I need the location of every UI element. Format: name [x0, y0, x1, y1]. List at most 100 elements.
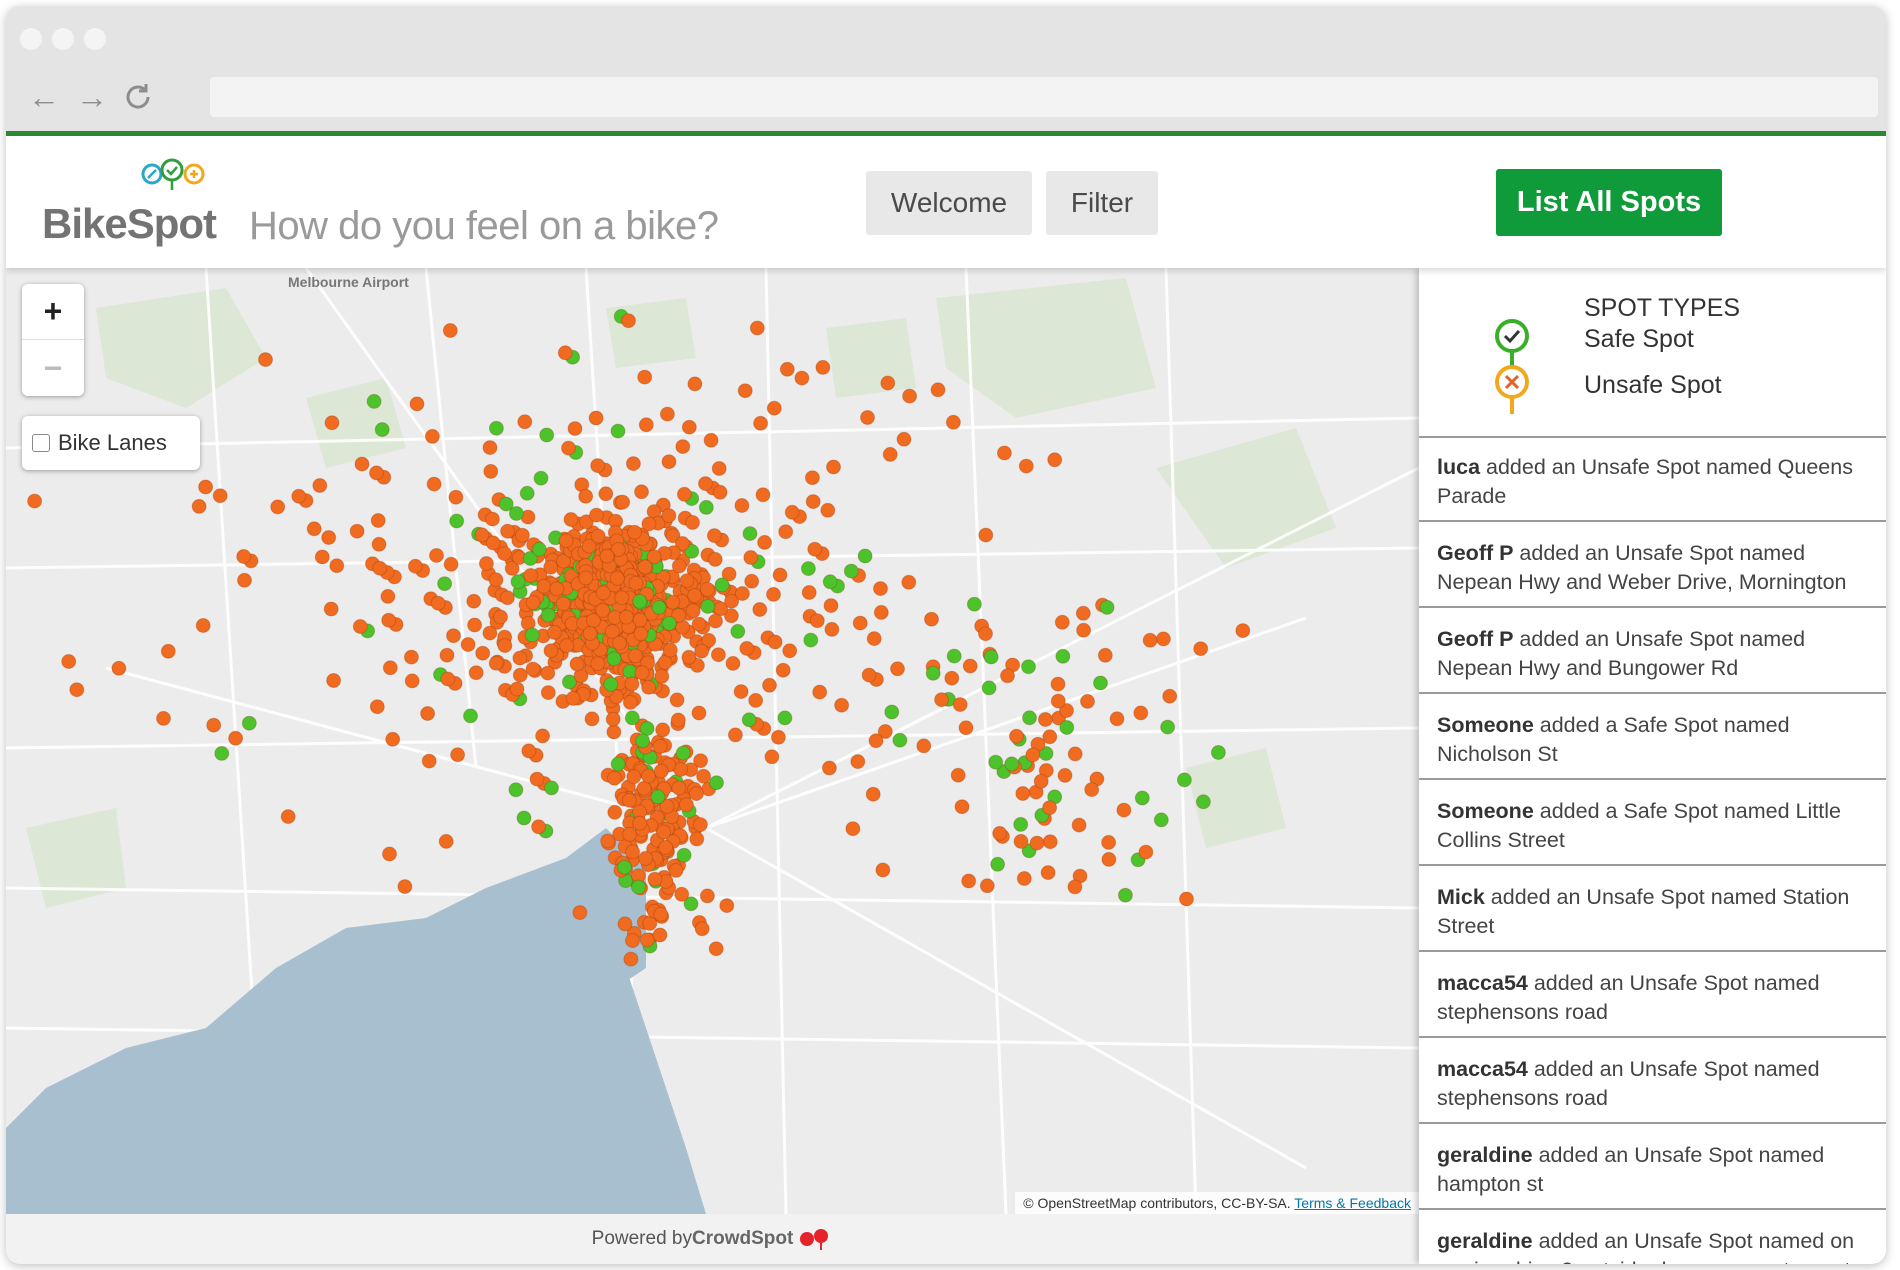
map-spot-marker[interactable] — [710, 647, 726, 663]
map-spot-marker[interactable] — [241, 715, 257, 731]
map-spot-marker[interactable] — [306, 521, 322, 537]
map-spot-marker[interactable] — [590, 528, 606, 544]
map-spot-marker[interactable] — [824, 621, 840, 637]
map-spot-marker[interactable] — [1075, 605, 1091, 621]
bike-lanes-toggle[interactable]: Bike Lanes — [22, 416, 200, 470]
map-spot-marker[interactable] — [228, 730, 244, 746]
map-spot-marker[interactable] — [1021, 659, 1036, 675]
map-spot-marker[interactable] — [675, 439, 691, 455]
map-spot-marker[interactable] — [606, 651, 622, 667]
map-spot-marker[interactable] — [992, 825, 1008, 841]
map-spot-marker[interactable] — [699, 581, 715, 597]
map-spot-marker[interactable] — [370, 513, 386, 528]
map-spot-marker[interactable] — [439, 647, 455, 663]
map-spot-marker[interactable] — [711, 461, 727, 476]
map-spot-marker[interactable] — [617, 916, 633, 932]
map-spot-marker[interactable] — [794, 370, 810, 386]
map-spot-marker[interactable] — [1099, 599, 1115, 615]
map-spot-marker[interactable] — [482, 625, 498, 641]
map-spot-marker[interactable] — [1076, 622, 1092, 638]
map-spot-marker[interactable] — [945, 414, 961, 430]
map-spot-marker[interactable] — [661, 615, 677, 631]
map-spot-marker[interactable] — [549, 581, 565, 597]
map-spot-marker[interactable] — [614, 590, 630, 606]
map-spot-marker[interactable] — [590, 458, 606, 474]
map-spot-marker[interactable] — [679, 573, 695, 589]
map-spot-marker[interactable] — [622, 694, 638, 710]
map-spot-marker[interactable] — [426, 476, 442, 492]
map-spot-marker[interactable] — [488, 572, 504, 588]
map-spot-marker[interactable] — [584, 711, 600, 727]
map-spot-marker[interactable] — [497, 546, 512, 562]
map-spot-marker[interactable] — [766, 400, 782, 416]
map-spot-marker[interactable] — [369, 465, 384, 481]
map-spot-marker[interactable] — [563, 512, 579, 527]
map-spot-marker[interactable] — [1179, 891, 1194, 907]
map-spot-marker[interactable] — [805, 494, 821, 510]
map-spot-marker[interactable] — [804, 470, 820, 486]
map-spot-marker[interactable] — [930, 382, 946, 398]
map-spot-marker[interactable] — [523, 568, 539, 583]
map-spot-marker[interactable] — [652, 738, 668, 754]
map-spot-marker[interactable] — [653, 906, 669, 922]
map-spot-marker[interactable] — [624, 710, 640, 726]
map-spot-marker[interactable] — [237, 572, 252, 588]
map-spot-marker[interactable] — [764, 749, 780, 765]
map-spot-marker[interactable] — [61, 654, 77, 669]
map-spot-marker[interactable] — [535, 728, 551, 744]
map-spot-marker[interactable] — [483, 463, 499, 479]
map-spot-marker[interactable] — [737, 383, 753, 399]
map-spot-marker[interactable] — [873, 604, 889, 620]
map-spot-marker[interactable] — [484, 511, 500, 527]
map-spot-marker[interactable] — [656, 824, 672, 840]
map-spot-marker[interactable] — [865, 786, 881, 802]
map-spot-marker[interactable] — [714, 577, 730, 593]
map-spot-marker[interactable] — [1160, 719, 1176, 735]
map-spot-marker[interactable] — [600, 833, 616, 849]
map-spot-marker[interactable] — [699, 888, 715, 904]
map-spot-marker[interactable] — [661, 508, 677, 524]
map-spot-marker[interactable] — [474, 527, 490, 543]
map-spot-marker[interactable] — [429, 548, 444, 563]
map-spot-marker[interactable] — [725, 655, 741, 671]
map-spot-marker[interactable] — [1138, 844, 1154, 860]
map-spot-marker[interactable] — [598, 486, 614, 502]
map-spot-marker[interactable] — [707, 551, 723, 567]
map-spot-marker[interactable] — [349, 523, 365, 539]
map-spot-marker[interactable] — [1080, 693, 1095, 709]
zoom-out-button[interactable]: − — [22, 340, 84, 396]
map-spot-marker[interactable] — [1134, 790, 1150, 806]
map-spot-marker[interactable] — [1097, 647, 1113, 663]
map-spot-marker[interactable] — [312, 478, 328, 493]
map-spot-marker[interactable] — [421, 753, 437, 769]
map-spot-marker[interactable] — [770, 729, 786, 745]
map-spot-marker[interactable] — [681, 649, 697, 665]
map-spot-marker[interactable] — [1050, 676, 1066, 692]
map-spot-marker[interactable] — [744, 573, 760, 589]
address-bar[interactable] — [210, 77, 1878, 117]
map-spot-marker[interactable] — [685, 515, 700, 530]
map-spot-marker[interactable] — [1153, 812, 1169, 828]
map-spot-marker[interactable] — [510, 574, 526, 590]
map-spot-marker[interactable] — [752, 602, 768, 617]
map-spot-marker[interactable] — [525, 595, 541, 611]
map-spot-marker[interactable] — [578, 488, 594, 504]
map-spot-marker[interactable] — [565, 690, 581, 706]
map-spot-marker[interactable] — [111, 660, 127, 676]
map-spot-marker[interactable] — [508, 506, 524, 521]
map-spot-marker[interactable] — [314, 549, 330, 565]
map-spot-marker[interactable] — [652, 927, 668, 943]
map-spot-marker[interactable] — [381, 612, 397, 628]
feed-item[interactable]: macca54 added an Unsafe Spot named steph… — [1419, 1040, 1886, 1124]
map-spot-marker[interactable] — [803, 632, 819, 648]
map-spot-marker[interactable] — [749, 320, 765, 336]
map-spot-marker[interactable] — [727, 727, 743, 743]
feed-item[interactable]: geraldine added an Unsafe Spot named ham… — [1419, 1126, 1886, 1210]
feed-item[interactable]: Geoff P added an Unsafe Spot named Nepea… — [1419, 524, 1886, 608]
map-spot-marker[interactable] — [366, 393, 382, 409]
map-spot-marker[interactable] — [1142, 632, 1158, 648]
map-spot-marker[interactable] — [1042, 800, 1058, 816]
map-spot-marker[interactable] — [996, 445, 1012, 461]
map-spot-marker[interactable] — [599, 548, 615, 564]
map-spot-marker[interactable] — [607, 770, 622, 786]
